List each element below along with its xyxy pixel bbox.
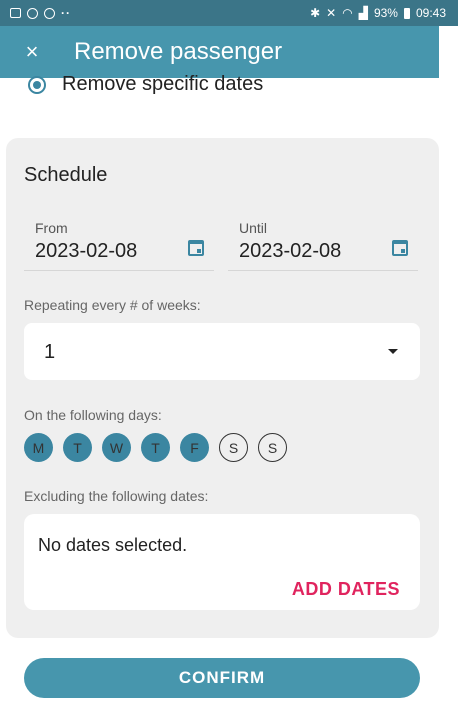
more-dots-icon: ·· bbox=[61, 6, 71, 20]
radio-selected-dot bbox=[33, 80, 41, 89]
battery-icon bbox=[403, 7, 410, 19]
dropdown-arrow-icon bbox=[388, 349, 398, 354]
days-label: On the following days: bbox=[24, 407, 162, 423]
no-dates-text: No dates selected. bbox=[38, 535, 188, 555]
excluding-label: Excluding the following dates: bbox=[24, 488, 209, 504]
weekday-selector: M T W T F S S bbox=[24, 433, 287, 462]
excluded-dates-box: No dates selected. ADD DATES bbox=[24, 514, 420, 610]
mute-icon: ✕ bbox=[326, 6, 337, 20]
status-bar: ·· ✱ ✕ ◠ ▟ 93% 09:43 bbox=[0, 0, 458, 26]
status-right: ✱ ✕ ◠ ▟ 93% 09:43 bbox=[310, 6, 446, 20]
from-value: 2023-02-08 bbox=[35, 240, 138, 262]
radio-option-specific-dates[interactable]: Remove specific dates bbox=[28, 73, 263, 96]
day-toggle-thursday[interactable]: T bbox=[141, 433, 170, 462]
calendar-icon[interactable] bbox=[392, 240, 408, 256]
confirm-button[interactable]: CONFIRM bbox=[24, 658, 420, 698]
sync-icon bbox=[44, 7, 55, 19]
from-date-field[interactable]: From 2023-02-08 bbox=[24, 216, 214, 271]
radio-button[interactable] bbox=[28, 75, 46, 94]
page-title: Remove passenger bbox=[74, 38, 283, 65]
schedule-title: Schedule bbox=[24, 164, 108, 186]
until-value: 2023-02-08 bbox=[239, 240, 342, 262]
location-icon bbox=[27, 7, 38, 19]
calendar-icon[interactable] bbox=[188, 240, 204, 256]
close-icon[interactable]: × bbox=[0, 39, 64, 65]
radio-label: Remove specific dates bbox=[62, 73, 264, 95]
schedule-card: Schedule From 2023-02-08 Until 2023-02-0… bbox=[6, 138, 439, 638]
until-label: Until bbox=[239, 220, 268, 236]
day-toggle-sunday[interactable]: S bbox=[258, 433, 287, 462]
day-toggle-friday[interactable]: F bbox=[180, 433, 209, 462]
clock: 09:43 bbox=[415, 6, 446, 20]
add-dates-button[interactable]: ADD DATES bbox=[292, 579, 400, 600]
bluetooth-icon: ✱ bbox=[310, 6, 321, 20]
signal-icon: ▟ bbox=[358, 6, 368, 20]
wifi-icon: ◠ bbox=[342, 6, 353, 20]
image-icon bbox=[10, 8, 21, 18]
repeat-weeks-select[interactable]: 1 bbox=[24, 323, 420, 380]
day-toggle-monday[interactable]: M bbox=[24, 433, 53, 462]
battery-percent: 93% bbox=[373, 6, 398, 20]
until-date-field[interactable]: Until 2023-02-08 bbox=[228, 216, 418, 271]
day-toggle-wednesday[interactable]: W bbox=[102, 433, 131, 462]
status-left-icons: ·· bbox=[10, 6, 71, 20]
day-toggle-tuesday[interactable]: T bbox=[63, 433, 92, 462]
day-toggle-saturday[interactable]: S bbox=[219, 433, 248, 462]
from-label: From bbox=[35, 220, 68, 236]
app-bar: × Remove passenger bbox=[0, 26, 439, 78]
repeat-label: Repeating every # of weeks: bbox=[24, 297, 201, 313]
repeat-weeks-value: 1 bbox=[44, 341, 56, 363]
